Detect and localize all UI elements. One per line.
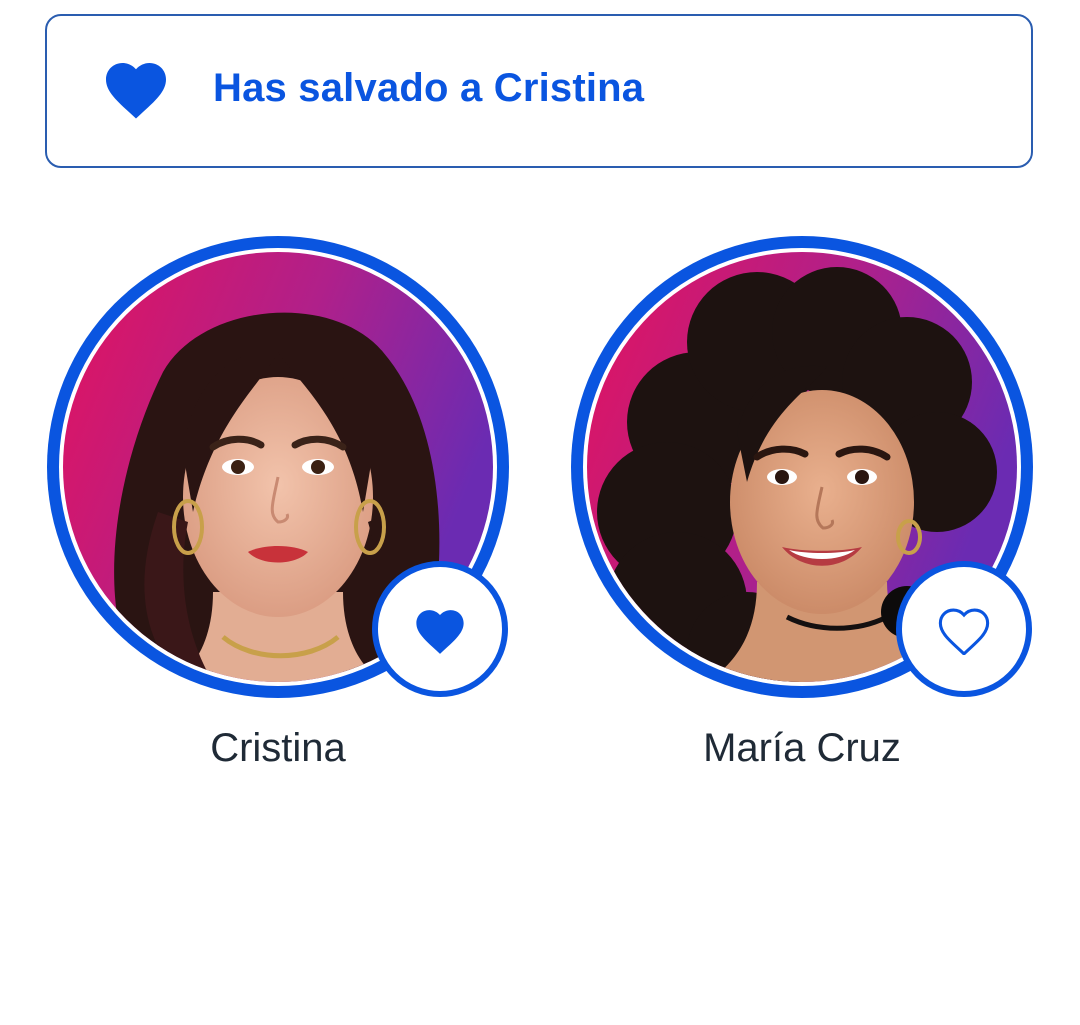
- banner-message: Has salvado a Cristina: [213, 66, 645, 110]
- save-confirmation-banner: Has salvado a Cristina: [45, 14, 1033, 168]
- candidate-name: María Cruz: [703, 726, 901, 770]
- heart-filled-icon: [106, 63, 166, 119]
- save-vote-screen: Has salvado a Cristina Cristina María Cr…: [0, 0, 1080, 1025]
- vote-heart-button[interactable]: [372, 561, 508, 697]
- heart-filled-icon: [416, 610, 464, 654]
- candidate-card-maria-cruz[interactable]: María Cruz: [571, 236, 1033, 776]
- candidate-card-cristina[interactable]: Cristina: [47, 236, 509, 776]
- heart-outline-icon: [938, 608, 990, 655]
- vote-heart-button[interactable]: [896, 561, 1032, 697]
- candidate-name: Cristina: [210, 726, 346, 770]
